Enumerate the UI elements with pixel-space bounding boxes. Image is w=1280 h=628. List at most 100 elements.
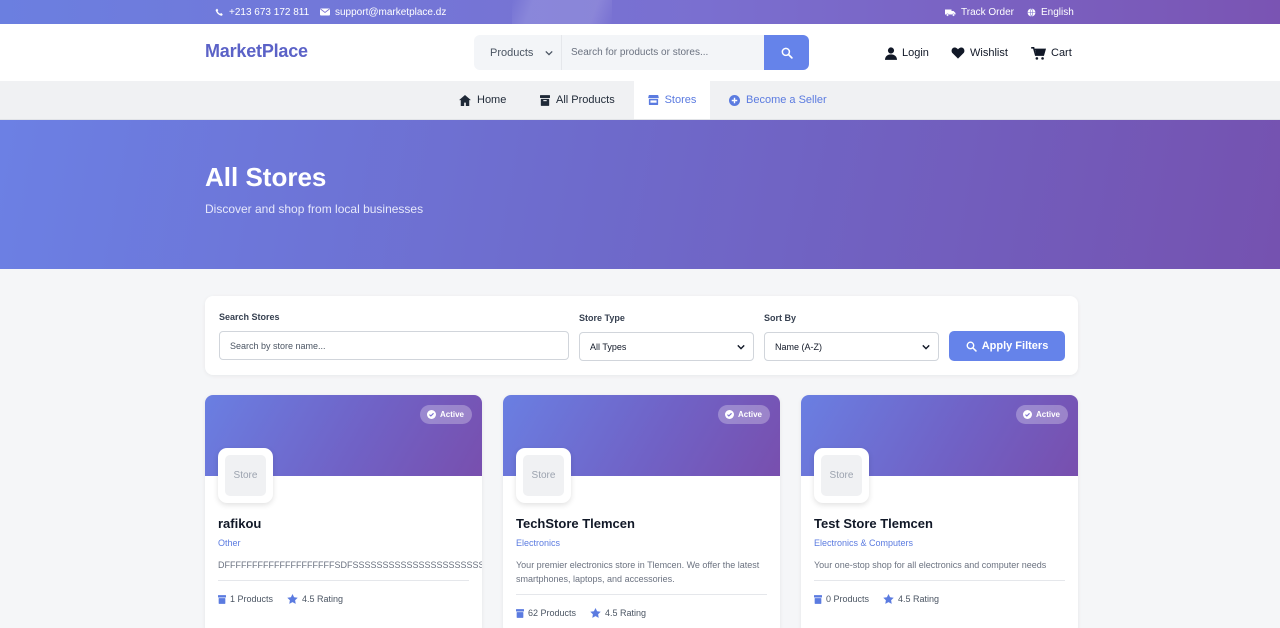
store-type: Electronics & Computers [814,538,914,548]
status-badge: Active [717,405,770,424]
product-count-label: 62 Products [528,608,577,618]
search-stores-label: Search Stores [219,312,280,322]
product-count-label: 0 Products [826,594,870,604]
status-label: Active [737,410,762,419]
status-label: Active [439,410,464,419]
hero-banner: All Stores Discover and shop from local … [0,120,1280,269]
store-type-label: Store Type [579,313,625,323]
nav-all-products-label: All Products [556,94,615,106]
store-logo-placeholder: Store [523,455,564,496]
nav-become-seller-label: Become a Seller [746,94,827,106]
nav-home-label: Home [477,94,507,106]
store-description: Your one-stop shop for all electronics a… [814,560,1047,570]
store-search-input[interactable]: Search by store name... [219,331,569,360]
store-rating-label: 4.5 Rating [302,594,344,604]
box-icon [516,608,524,618]
divider [218,580,469,581]
search-bar: Products Search for products or stores..… [474,35,809,70]
chevron-down-icon [545,50,554,56]
box-icon [814,594,822,604]
nav-all-products[interactable]: All Products [540,81,615,119]
store-icon [647,95,659,105]
search-input[interactable]: Search for products or stores... [562,35,764,70]
store-card[interactable]: Active Store rafikou Other DFFFFFFFFFFFF… [205,395,482,628]
plus-circle-icon [729,94,740,106]
heart-icon [951,47,965,59]
cart-link[interactable]: Cart [1031,45,1072,61]
store-type-value: All Types [590,341,627,352]
phone-contact[interactable]: +213 673 172 811 [215,0,309,24]
page-title: All Stores [205,162,327,192]
product-count: 1 Products [218,594,273,604]
store-name[interactable]: rafikou [218,516,261,531]
track-order-link[interactable]: Track Order [945,0,1014,24]
sort-by-value: Name (A-Z) [775,341,822,352]
sort-by-select[interactable]: Name (A-Z) [764,332,939,361]
home-icon [459,94,471,106]
language-selector[interactable]: English [1027,0,1074,24]
apply-filters-button[interactable]: Apply Filters [949,331,1065,361]
search-icon [781,47,793,59]
store-card[interactable]: Active Store TechStore Tlemcen Electroni… [503,395,780,628]
status-label: Active [1035,410,1060,419]
store-rating: 4.5 Rating [590,608,646,618]
site-header: MarketPlace Products Search for products… [0,24,1280,81]
store-stats: 1 Products 4.5 Rating [218,594,343,604]
user-icon [885,46,897,60]
store-name[interactable]: TechStore Tlemcen [516,516,635,531]
divider [516,594,767,595]
product-count: 62 Products [516,608,576,618]
sort-by-label: Sort By [764,313,797,323]
check-circle-icon [426,410,436,419]
star-icon [287,594,298,604]
wishlist-label: Wishlist [970,47,1008,59]
top-bar-decoration [512,0,612,24]
store-logo: Store [814,448,869,503]
store-type-select[interactable]: All Types [579,332,754,361]
store-logo: Store [516,448,571,503]
store-stats: 0 Products 4.5 Rating [814,594,939,604]
chevron-down-icon [922,344,930,350]
truck-icon [945,8,956,17]
chevron-down-icon [737,344,745,350]
envelope-icon [320,8,330,16]
store-rating-label: 4.5 Rating [605,608,647,618]
store-type: Other [218,538,241,548]
support-email: support@marketplace.dz [335,6,447,18]
category-select[interactable]: Products [474,35,562,70]
nav-home[interactable]: Home [459,81,506,119]
status-badge: Active [419,405,472,424]
nav-become-seller[interactable]: Become a Seller [729,81,827,119]
store-rating-label: 4.5 Rating [898,594,940,604]
product-count: 0 Products [814,594,869,604]
star-icon [590,608,601,618]
check-circle-icon [724,410,734,419]
search-button[interactable] [764,35,809,70]
nav-stores[interactable]: Stores [634,81,710,119]
store-rating: 4.5 Rating [883,594,939,604]
status-badge: Active [1015,405,1068,424]
apply-filters-label: Apply Filters [981,340,1049,352]
box-icon [218,594,226,604]
store-type: Electronics [516,538,561,548]
login-label: Login [902,47,929,59]
main-nav: Home All Products Stores Become a Seller [0,81,1280,120]
language-label: English [1041,6,1074,18]
product-count-label: 1 Products [230,594,274,604]
site-logo[interactable]: MarketPlace [205,41,308,62]
track-order-label: Track Order [961,6,1014,18]
phone-number: +213 673 172 811 [229,6,310,18]
store-description: Your premier electronics store in Tlemce… [516,560,760,584]
phone-icon [215,8,224,17]
shopping-cart-icon [1031,46,1046,60]
cart-label: Cart [1051,47,1072,59]
login-link[interactable]: Login [885,45,929,61]
divider [814,580,1065,581]
wishlist-link[interactable]: Wishlist [951,45,1008,61]
email-contact[interactable]: support@marketplace.dz [320,0,446,24]
store-name[interactable]: Test Store Tlemcen [814,516,933,531]
store-stats: 62 Products 4.5 Rating [516,608,646,618]
category-label: Products [490,46,534,59]
store-card[interactable]: Active Store Test Store Tlemcen Electron… [801,395,1078,628]
nav-stores-label: Stores [664,94,697,106]
